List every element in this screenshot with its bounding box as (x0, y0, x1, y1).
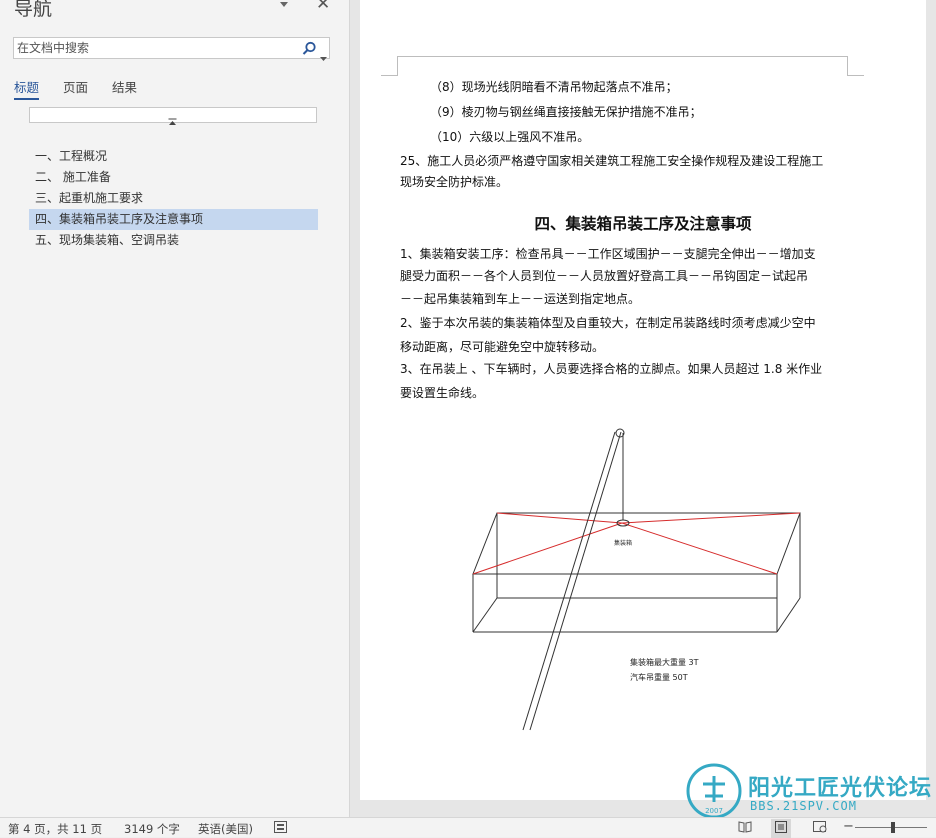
forum-logo-icon: 2007 (686, 763, 742, 819)
page-count[interactable]: 第 4 页，共 11 页 (8, 821, 102, 837)
doc-line: 25、施工人员必须严格遵守国家相关建筑工程施工安全操作规程及建设工程施工 (400, 154, 824, 168)
collapse-up-icon (168, 111, 177, 130)
tab-headings[interactable]: 标题 (14, 77, 40, 100)
zoom-out-button[interactable]: − (843, 819, 854, 834)
macro-record-icon[interactable] (274, 821, 287, 836)
rigging-lines (472, 512, 801, 575)
nav-heading-item[interactable]: 三、起重机施工要求 (29, 188, 318, 209)
nav-pane-title: 导航 (14, 0, 53, 20)
status-bar: 第 4 页，共 11 页 3149 个字 英语(美国) − (0, 817, 936, 838)
collapse-all-button[interactable] (29, 107, 317, 125)
language-indicator[interactable]: 英语(美国) (198, 821, 253, 837)
zoom-slider-thumb[interactable] (891, 822, 895, 833)
doc-line: （8）现场光线阴暗看不清吊物起落点不准吊； (430, 80, 678, 94)
search-input[interactable] (17, 39, 287, 57)
document-area[interactable]: （8）现场光线阴暗看不清吊物起落点不准吊； （9）棱刃物与钢丝绳直接接触无保护措… (350, 0, 936, 817)
doc-line: （9）棱刃物与钢丝绳直接接触无保护措施不准吊； (430, 105, 702, 119)
watermark-url: BBS.21SPV.COM (750, 799, 857, 813)
read-mode-icon[interactable] (738, 821, 752, 836)
section-heading: 四、集装箱吊装工序及注意事项 (534, 214, 752, 233)
diagram-legend-1: 集装箱最大重量 3T (630, 657, 699, 667)
header-rule-left (381, 75, 398, 76)
heading-list: 一、工程概况 二、 施工准备 三、起重机施工要求 四、集装箱吊装工序及注意事项 五、现场… (29, 146, 318, 251)
doc-line: （10）六级以上强风不准吊。 (430, 130, 590, 144)
nav-heading-item[interactable]: 一、工程概况 (29, 146, 318, 167)
navigation-pane: 导航 ✕ 标题 页面 结果 一、工程概况二、 施工准备三、起重机施工要求四、集装箱吊… (0, 0, 350, 817)
doc-line: 腿受力面积－－各个人员到位－－人员放置好登高工具－－吊钩固定－试起吊 (400, 269, 809, 283)
container-lifting-diagram: 集装箱 集装箱最大重量 3T 汽车吊重量 50T (472, 428, 801, 731)
doc-line: 1、集装箱安装工序：检查吊具－－工作区域围护－－支腿完全伸出－－增加支 (400, 247, 816, 261)
diagram-legend-2: 汽车吊重量 50T (630, 672, 688, 682)
doc-line: 2、鉴于本次吊装的集装箱体型及自重较大，在制定吊装路线时须考虑减少空中 (400, 316, 816, 330)
svg-text:2007: 2007 (705, 807, 723, 815)
page-header-border (397, 56, 848, 76)
crane-boom (522, 428, 630, 731)
doc-line: －－起吊集装箱到车上－－运送到指定地点。 (400, 292, 641, 306)
tab-results[interactable]: 结果 (112, 77, 137, 96)
nav-heading-item[interactable]: 二、 施工准备 (29, 167, 318, 188)
search-icon[interactable] (302, 41, 317, 60)
chevron-down-icon[interactable] (320, 47, 327, 66)
container-outline (472, 512, 801, 633)
word-count[interactable]: 3149 个字 (124, 821, 180, 837)
watermark-text: 阳光工匠光伏论坛 (748, 776, 933, 801)
nav-search-box[interactable] (13, 37, 330, 61)
print-layout-icon[interactable] (771, 819, 791, 838)
tab-pages[interactable]: 页面 (63, 77, 88, 96)
pane-options-icon[interactable] (277, 0, 291, 10)
document-page[interactable]: （8）现场光线阴暗看不清吊物起落点不准吊； （9）棱刃物与钢丝绳直接接触无保护措… (360, 0, 926, 800)
web-layout-icon[interactable] (813, 821, 827, 836)
header-rule-right (847, 75, 864, 76)
nav-heading-item[interactable]: 四、集装箱吊装工序及注意事项 (29, 209, 318, 230)
doc-line: 现场安全防护标准。 (400, 175, 509, 189)
diagram-center-label: 集装箱 (614, 539, 632, 547)
doc-line: 3、在吊装上 、下车辆时，人员要选择合格的立脚点。如果人员超过 1.8 米作业 (400, 362, 823, 376)
nav-heading-item[interactable]: 五、现场集装箱、空调吊装 (29, 230, 318, 251)
close-icon[interactable]: ✕ (316, 0, 330, 13)
doc-line: 移动距离，尽可能避免空中旋转移动。 (400, 340, 605, 354)
doc-line: 要设置生命线。 (400, 386, 485, 400)
